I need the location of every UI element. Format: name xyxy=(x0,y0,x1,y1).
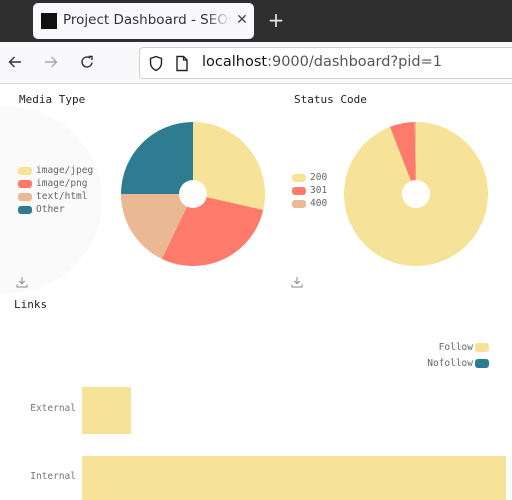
dashboard-content: Media Type image/jpeg image/png text/htm… xyxy=(0,85,512,500)
bar-internal-follow[interactable] xyxy=(82,456,506,500)
url-host: localhost xyxy=(202,54,268,70)
bar-external-follow[interactable] xyxy=(82,387,132,434)
legend-swatch xyxy=(475,358,489,368)
legend-item-other[interactable]: Other xyxy=(18,203,93,216)
url-path: :9000/dashboard?pid=1 xyxy=(267,54,442,70)
legend-item-png[interactable]: image/png xyxy=(18,177,93,190)
legend-label: Follow xyxy=(438,341,473,353)
legend-swatch xyxy=(18,192,32,201)
legend-item-follow[interactable]: Follow xyxy=(427,339,489,355)
legend-item-400[interactable]: 400 xyxy=(292,197,327,210)
forward-button[interactable] xyxy=(40,51,62,73)
browser-tab-bar: Project Dashboard - SEOnaut ✕ + xyxy=(0,0,512,42)
page-icon[interactable] xyxy=(175,55,189,72)
legend-item-nofollow[interactable]: Nofollow xyxy=(427,355,489,371)
legend-label: Other xyxy=(36,204,65,215)
legend-swatch xyxy=(292,199,306,208)
navigation-bar: localhost:9000/dashboard?pid=1 xyxy=(0,42,512,84)
arrow-right-icon xyxy=(45,56,58,68)
reload-icon xyxy=(81,55,93,68)
bar-label-internal: Internal xyxy=(30,471,76,482)
legend-item-301[interactable]: 301 xyxy=(292,184,327,197)
download-icon[interactable] xyxy=(291,276,303,288)
url-text[interactable]: localhost:9000/dashboard?pid=1 xyxy=(202,54,442,70)
legend-label: 301 xyxy=(310,185,328,196)
media-type-title: Media Type xyxy=(19,93,86,106)
arrow-left-icon xyxy=(8,56,21,68)
media-type-pie xyxy=(121,122,265,266)
donut-hole xyxy=(179,180,207,208)
download-icon[interactable] xyxy=(16,276,28,288)
legend-label: text/html xyxy=(36,191,88,202)
status-code-legend: 200 301 400 xyxy=(292,171,327,210)
legend-swatch xyxy=(18,179,32,188)
status-code-title: Status Code xyxy=(294,93,367,106)
plus-icon[interactable]: + xyxy=(266,8,286,32)
legend-swatch xyxy=(475,342,489,352)
donut-hole xyxy=(402,180,430,208)
legend-label: Nofollow xyxy=(427,357,473,369)
pie-slice-media-other[interactable] xyxy=(121,122,193,194)
legend-label: 400 xyxy=(310,198,328,209)
status-code-pie xyxy=(344,122,488,266)
legend-swatch xyxy=(292,173,306,182)
links-legend: Follow Nofollow xyxy=(427,339,489,371)
legend-item-html[interactable]: text/html xyxy=(18,190,93,203)
reload-button[interactable] xyxy=(76,51,98,73)
links-title: Links xyxy=(14,298,48,311)
url-bar[interactable]: localhost:9000/dashboard?pid=1 xyxy=(139,47,512,79)
legend-swatch xyxy=(18,166,32,175)
shield-icon[interactable] xyxy=(148,55,164,72)
browser-tab-active[interactable]: Project Dashboard - SEOnaut ✕ xyxy=(33,3,254,39)
legend-swatch xyxy=(292,186,306,195)
favicon-icon xyxy=(41,13,57,29)
legend-item-200[interactable]: 200 xyxy=(292,171,327,184)
legend-label: image/png xyxy=(36,178,88,189)
bar-label-external: External xyxy=(30,403,76,414)
legend-label: 200 xyxy=(310,172,328,183)
close-icon[interactable]: ✕ xyxy=(234,10,250,30)
back-button[interactable] xyxy=(4,51,26,73)
legend-swatch xyxy=(18,205,32,214)
legend-label: image/jpeg xyxy=(36,165,94,176)
media-type-legend: image/jpeg image/png text/html Other xyxy=(18,164,93,216)
tab-title: Project Dashboard - SEOnaut xyxy=(63,12,231,28)
legend-item-jpeg[interactable]: image/jpeg xyxy=(18,164,93,177)
